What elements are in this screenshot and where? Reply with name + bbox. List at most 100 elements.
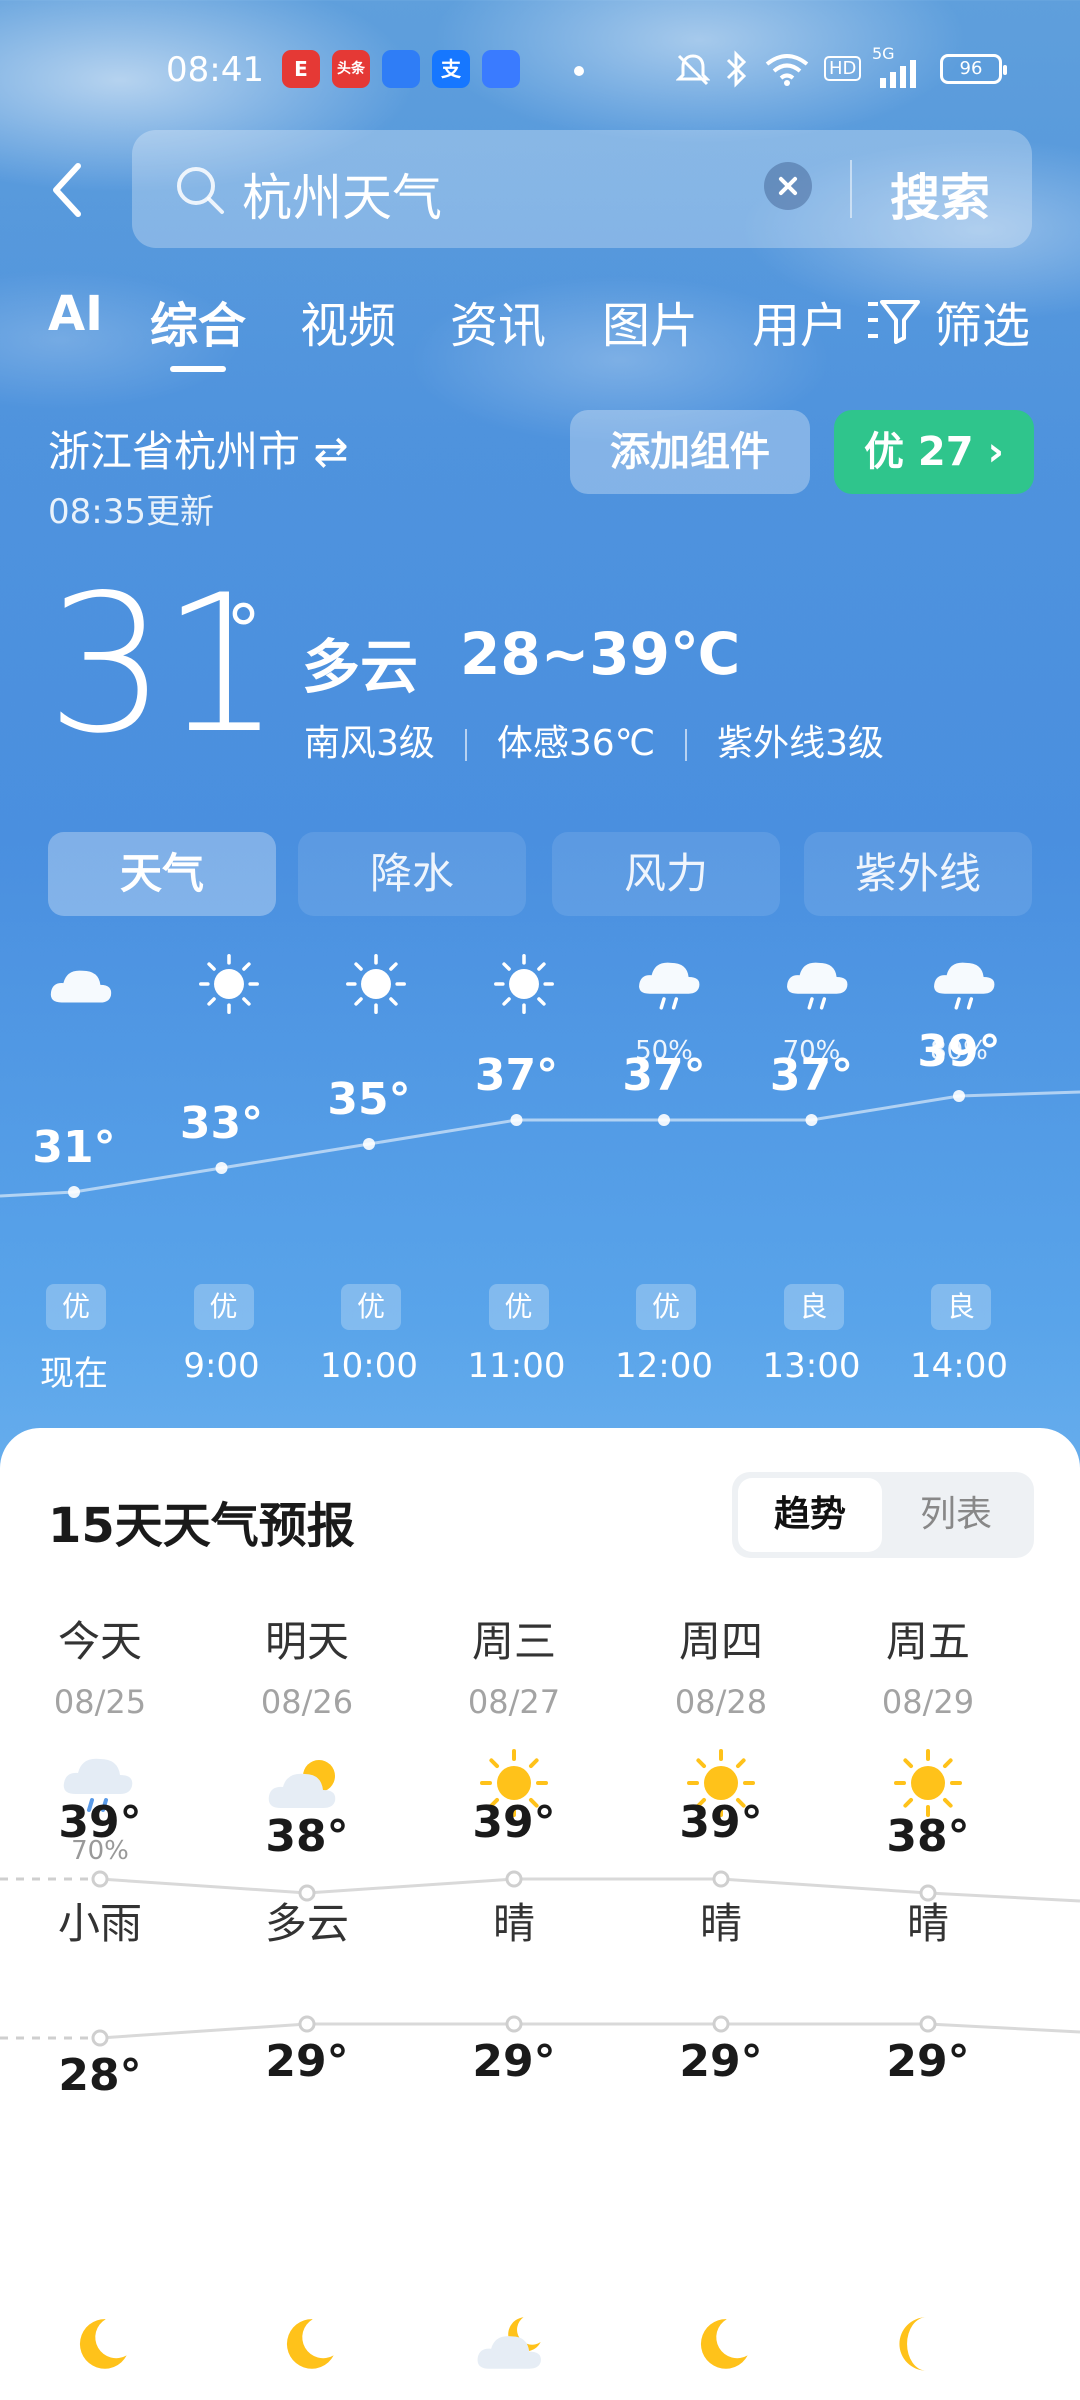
day-name: 周五 xyxy=(885,1617,970,1666)
current-condition: 多云 xyxy=(302,633,419,701)
segment-wind[interactable]: 风力 xyxy=(552,832,780,916)
tab-users[interactable]: 用户 xyxy=(752,286,848,356)
sun-icon xyxy=(487,952,561,1016)
day-name: 明天 xyxy=(264,1617,349,1666)
search-input[interactable]: 杭州天气 xyxy=(242,158,442,230)
hourly-temperature: 37° xyxy=(769,1050,854,1101)
day-high-temperature: 39° xyxy=(472,1797,556,1848)
moon-icon xyxy=(60,2308,140,2378)
hourly-forecast: 31° 优现在 33° 优 9:00 35° 优 10:00 37° 优 11:00 50% 37° 优… xyxy=(0,940,1080,1400)
hourly-temperature: 39° xyxy=(917,1026,1001,1077)
toggle-trend[interactable]: 趋势 xyxy=(738,1478,882,1552)
hourly-item: 31° 优现在 xyxy=(4,940,144,1400)
sun-icon xyxy=(192,952,266,1016)
day-name: 周四 xyxy=(678,1617,763,1666)
segment-weather[interactable]: 天气 xyxy=(48,832,276,916)
forecast-card: 15天天气预报 趋势 列表 今天 08/25 70% 小雨 39° 28° 明天… xyxy=(0,1428,1080,2400)
hourly-time: 现在 xyxy=(40,1354,108,1394)
add-widget-button[interactable]: 添加组件 xyxy=(570,410,810,494)
moon-icon xyxy=(681,2308,761,2378)
hourly-time: 13:00 xyxy=(762,1346,861,1386)
forecast-day[interactable]: 周五 08/29 晴 38° 29° xyxy=(828,1608,1028,2400)
day-high-temperature: 39° xyxy=(679,1797,763,1848)
hourly-item: 33° 优 9:00 xyxy=(152,940,292,1400)
app-5-icon xyxy=(482,50,520,88)
hourly-temperature: 33° xyxy=(179,1098,264,1149)
search-bar[interactable]: 杭州天气 搜索 xyxy=(132,130,1032,248)
day-date: 08/25 xyxy=(53,1683,147,1721)
tab-news[interactable]: 资讯 xyxy=(450,286,546,356)
tab-images[interactable]: 图片 xyxy=(602,286,698,356)
wind-info: 南风3级 xyxy=(304,723,435,764)
forecast-day[interactable]: 周三 08/27 晴 39° 29° xyxy=(414,1608,614,2400)
day-low-temperature: 29° xyxy=(679,2036,763,2087)
location-name[interactable]: 浙江省杭州市 ⇄ xyxy=(48,418,349,479)
hourly-time: 10:00 xyxy=(320,1346,418,1386)
back-arrow-icon[interactable] xyxy=(48,160,88,220)
hourly-item: 37° 优 11:00 xyxy=(447,940,587,1400)
day-condition: 晴 xyxy=(699,1899,742,1948)
wifi-icon xyxy=(765,54,809,86)
moon-icon xyxy=(267,2308,347,2378)
segment-precipitation[interactable]: 降水 xyxy=(298,832,526,916)
view-toggle: 趋势 列表 xyxy=(732,1472,1034,1558)
bluetooth-icon xyxy=(726,50,747,88)
toggle-list[interactable]: 列表 xyxy=(884,1478,1028,1552)
rain-cloud-icon xyxy=(929,952,1003,1016)
aqi-label: 优 xyxy=(636,1284,696,1330)
day-high-temperature: 38° xyxy=(886,1811,970,1862)
hourly-item: 50% 37° 优 12:00 xyxy=(594,940,734,1400)
partly-cloudy-icon xyxy=(265,1748,349,1818)
aqi-badge-button[interactable]: 优 27 › xyxy=(834,410,1034,494)
rain-cloud-icon xyxy=(782,952,856,1016)
updated-time: 08:35更新 xyxy=(48,492,214,532)
hourly-time: 14:00 xyxy=(910,1346,1008,1386)
notification-dot xyxy=(574,66,584,76)
rain-cloud-icon xyxy=(634,952,708,1016)
tab-general[interactable]: 综合 xyxy=(150,286,246,356)
day-date: 08/29 xyxy=(881,1683,975,1721)
search-button[interactable]: 搜索 xyxy=(890,158,990,230)
aqi-label: 优 xyxy=(46,1284,106,1330)
battery-indicator: 96 xyxy=(940,54,1007,84)
current-details: 南风3级 体感36℃ 紫外线3级 xyxy=(304,714,884,766)
aqi-label: 优 xyxy=(341,1284,401,1330)
alipay-app-icon: 支 xyxy=(432,50,470,88)
hourly-time: 11:00 xyxy=(467,1346,566,1386)
search-icon xyxy=(177,167,224,214)
hourly-temperature: 37° xyxy=(474,1050,559,1101)
browser-app-icon xyxy=(382,50,420,88)
forecast-day[interactable]: 周四 08/28 晴 39° 29° xyxy=(621,1608,821,2400)
tab-video[interactable]: 视频 xyxy=(300,286,396,356)
hourly-temperature: 31° xyxy=(32,1122,116,1173)
day-name: 今天 xyxy=(57,1617,142,1666)
day-low-temperature: 29° xyxy=(265,2036,349,2087)
temperature-range: 28~39℃ xyxy=(460,620,741,688)
search-tabs: AI 综合 视频 资讯 图片 用户 筛选 xyxy=(0,286,1080,376)
aqi-label: 优 xyxy=(193,1284,254,1330)
divider xyxy=(685,729,688,761)
day-name: 周三 xyxy=(471,1617,556,1666)
filter-button[interactable]: 筛选 xyxy=(934,286,1030,356)
forecast-day[interactable]: 今天 08/25 70% 小雨 39° 28° xyxy=(0,1608,200,2400)
day-low-temperature: 28° xyxy=(58,2050,142,2101)
filter-icon[interactable] xyxy=(866,298,920,344)
cloud-icon xyxy=(44,952,118,1016)
status-time: 08:41 xyxy=(166,50,264,90)
day-high-temperature: 38° xyxy=(265,1811,349,1862)
hourly-item: 80% 39° 良 14:00 xyxy=(889,940,1029,1400)
day-date: 08/28 xyxy=(674,1683,768,1721)
hourly-time: 9:00 xyxy=(183,1346,260,1386)
hourly-temperature: 35° xyxy=(327,1074,411,1125)
forecast-day[interactable]: 明天 08/26 多云 38° 29° xyxy=(207,1608,407,2400)
sun-icon xyxy=(339,952,413,1016)
moon-cloud-icon xyxy=(474,2308,554,2378)
search-divider xyxy=(850,160,852,218)
tab-ai[interactable]: AI xyxy=(48,286,103,342)
uv-info: 紫外线3级 xyxy=(717,723,885,764)
degree-symbol: ° xyxy=(226,590,261,672)
clear-search-button[interactable] xyxy=(764,162,812,210)
forecast-title: 15天天气预报 xyxy=(48,1498,355,1554)
active-tab-indicator xyxy=(170,366,226,372)
segment-uv[interactable]: 紫外线 xyxy=(804,832,1032,916)
